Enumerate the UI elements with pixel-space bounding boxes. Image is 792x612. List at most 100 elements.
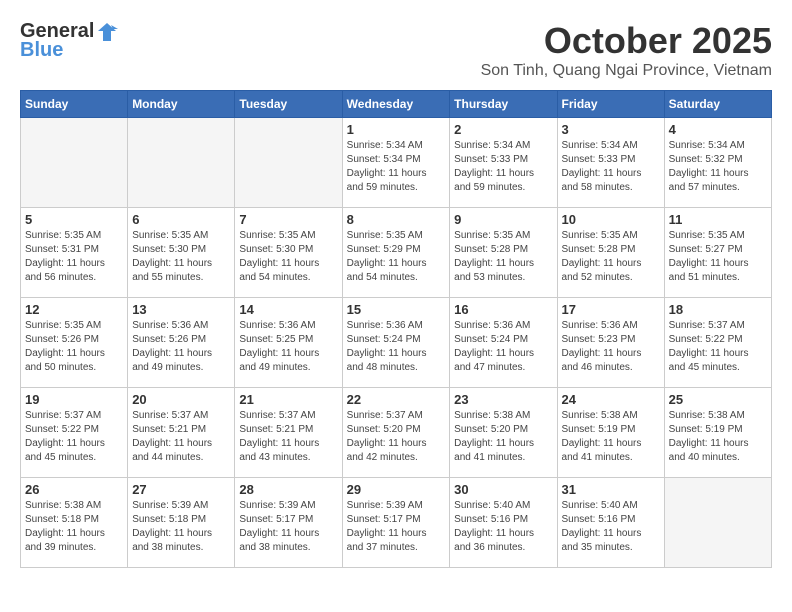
weekday-header-saturday: Saturday — [664, 91, 771, 118]
day-info: Sunrise: 5:38 AM Sunset: 5:19 PM Dayligh… — [669, 409, 767, 465]
day-number: 20 — [132, 392, 230, 407]
calendar-cell: 31Sunrise: 5:40 AM Sunset: 5:16 PM Dayli… — [557, 478, 664, 568]
day-number: 13 — [132, 302, 230, 317]
calendar-cell: 29Sunrise: 5:39 AM Sunset: 5:17 PM Dayli… — [342, 478, 450, 568]
calendar-cell: 27 Sunrise: 5:39 AM Sunset: 5:18 PM Dayli… — [128, 478, 235, 568]
day-info: Sunrise: 5:36 AM Sunset: 5:23 PM Dayligh… — [562, 319, 660, 375]
day-info: Sunrise: 5:36 AM Sunset: 5:26 PM Dayligh… — [132, 319, 230, 375]
day-info: Sunrise: 5:37 AM Sunset: 5:22 PM Dayligh… — [25, 409, 123, 465]
weekday-header-row: SundayMondayTuesdayWednesdayThursdayFrid… — [21, 91, 772, 118]
calendar-cell: 11 Sunrise: 5:35 AM Sunset: 5:27 PM Dayli… — [664, 208, 771, 298]
day-info: Sunrise: 5:38 AM Sunset: 5:19 PM Dayligh… — [562, 409, 660, 465]
weekday-header-wednesday: Wednesday — [342, 91, 450, 118]
day-number: 28 — [239, 482, 337, 497]
calendar-cell: 6Sunrise: 5:35 AM Sunset: 5:30 PM Daylig… — [128, 208, 235, 298]
day-number: 3 — [562, 122, 660, 137]
calendar-week-1: 1 Sunrise: 5:34 AM Sunset: 5:34 PM Daylig… — [21, 118, 772, 208]
day-info: Sunrise: 5:37 AM Sunset: 5:20 PM Dayligh… — [347, 409, 446, 465]
day-number: 15 — [347, 302, 446, 317]
day-info: Sunrise: 5:34 AM Sunset: 5:33 PM Dayligh… — [454, 139, 552, 195]
day-info: Sunrise: 5:36 AM Sunset: 5:24 PM Dayligh… — [347, 319, 446, 375]
calendar-week-2: 5 Sunrise: 5:35 AM Sunset: 5:31 PM Daylig… — [21, 208, 772, 298]
day-number: 25 — [669, 392, 767, 407]
calendar-cell: 22 Sunrise: 5:37 AM Sunset: 5:20 PM Dayli… — [342, 388, 450, 478]
weekday-header-monday: Monday — [128, 91, 235, 118]
day-info: Sunrise: 5:35 AM Sunset: 5:28 PM Dayligh… — [562, 229, 660, 285]
day-number: 2 — [454, 122, 552, 137]
day-number: 9 — [454, 212, 552, 227]
day-number: 6 — [132, 212, 230, 227]
day-number: 14 — [239, 302, 337, 317]
day-info: Sunrise: 5:39 AM Sunset: 5:18 PM Dayligh… — [132, 499, 230, 555]
calendar-cell: 16 Sunrise: 5:36 AM Sunset: 5:24 PM Dayli… — [450, 298, 557, 388]
calendar-cell: 28 Sunrise: 5:39 AM Sunset: 5:17 PM Dayli… — [235, 478, 342, 568]
day-number: 11 — [669, 212, 767, 227]
calendar-cell: 25 Sunrise: 5:38 AM Sunset: 5:19 PM Dayli… — [664, 388, 771, 478]
day-info: Sunrise: 5:34 AM Sunset: 5:34 PM Dayligh… — [347, 139, 446, 195]
calendar-cell: 19 Sunrise: 5:37 AM Sunset: 5:22 PM Dayli… — [21, 388, 128, 478]
page-header: General Blue October 2025 Son Tinh, Quan… — [20, 20, 772, 80]
calendar-cell: 26Sunrise: 5:38 AM Sunset: 5:18 PM Dayli… — [21, 478, 128, 568]
day-number: 30 — [454, 482, 552, 497]
calendar-cell: 12 Sunrise: 5:35 AM Sunset: 5:26 PM Dayli… — [21, 298, 128, 388]
logo: General Blue — [20, 20, 118, 62]
day-number: 22 — [347, 392, 446, 407]
day-info: Sunrise: 5:38 AM Sunset: 5:20 PM Dayligh… — [454, 409, 552, 465]
calendar-cell: 15 Sunrise: 5:36 AM Sunset: 5:24 PM Dayli… — [342, 298, 450, 388]
day-number: 19 — [25, 392, 123, 407]
day-number: 23 — [454, 392, 552, 407]
weekday-header-friday: Friday — [557, 91, 664, 118]
calendar-cell: 7Sunrise: 5:35 AM Sunset: 5:30 PM Daylig… — [235, 208, 342, 298]
calendar-cell: 24 Sunrise: 5:38 AM Sunset: 5:19 PM Dayli… — [557, 388, 664, 478]
day-info: Sunrise: 5:35 AM Sunset: 5:31 PM Dayligh… — [25, 229, 123, 285]
day-info: Sunrise: 5:35 AM Sunset: 5:27 PM Dayligh… — [669, 229, 767, 285]
calendar-cell: 30 Sunrise: 5:40 AM Sunset: 5:16 PM Dayli… — [450, 478, 557, 568]
day-info: Sunrise: 5:40 AM Sunset: 5:16 PM Dayligh… — [454, 499, 552, 555]
calendar-cell: 17 Sunrise: 5:36 AM Sunset: 5:23 PM Dayli… — [557, 298, 664, 388]
day-info: Sunrise: 5:37 AM Sunset: 5:22 PM Dayligh… — [669, 319, 767, 375]
day-info: Sunrise: 5:35 AM Sunset: 5:26 PM Dayligh… — [25, 319, 123, 375]
calendar-cell: 5 Sunrise: 5:35 AM Sunset: 5:31 PM Daylig… — [21, 208, 128, 298]
calendar-week-4: 19 Sunrise: 5:37 AM Sunset: 5:22 PM Dayli… — [21, 388, 772, 478]
calendar-cell: 20 Sunrise: 5:37 AM Sunset: 5:21 PM Dayli… — [128, 388, 235, 478]
calendar-table: SundayMondayTuesdayWednesdayThursdayFrid… — [20, 90, 772, 568]
day-number: 26 — [25, 482, 123, 497]
day-info: Sunrise: 5:35 AM Sunset: 5:30 PM Dayligh… — [239, 229, 337, 285]
day-number: 16 — [454, 302, 552, 317]
day-number: 12 — [25, 302, 123, 317]
calendar-cell: 14 Sunrise: 5:36 AM Sunset: 5:25 PM Dayli… — [235, 298, 342, 388]
day-info: Sunrise: 5:40 AM Sunset: 5:16 PM Dayligh… — [562, 499, 660, 555]
calendar-cell: 1 Sunrise: 5:34 AM Sunset: 5:34 PM Daylig… — [342, 118, 450, 208]
calendar-cell: 23 Sunrise: 5:38 AM Sunset: 5:20 PM Dayli… — [450, 388, 557, 478]
weekday-header-thursday: Thursday — [450, 91, 557, 118]
day-number: 10 — [562, 212, 660, 227]
calendar-cell: 8Sunrise: 5:35 AM Sunset: 5:29 PM Daylig… — [342, 208, 450, 298]
day-number: 21 — [239, 392, 337, 407]
calendar-cell — [21, 118, 128, 208]
logo-bird-icon — [96, 21, 118, 43]
day-number: 27 — [132, 482, 230, 497]
day-info: Sunrise: 5:37 AM Sunset: 5:21 PM Dayligh… — [239, 409, 337, 465]
day-number: 8 — [347, 212, 446, 227]
logo-blue-text: Blue — [20, 39, 63, 62]
day-info: Sunrise: 5:36 AM Sunset: 5:24 PM Dayligh… — [454, 319, 552, 375]
day-number: 4 — [669, 122, 767, 137]
calendar-cell: 9 Sunrise: 5:35 AM Sunset: 5:28 PM Daylig… — [450, 208, 557, 298]
day-info: Sunrise: 5:39 AM Sunset: 5:17 PM Dayligh… — [239, 499, 337, 555]
calendar-cell: 18 Sunrise: 5:37 AM Sunset: 5:22 PM Dayli… — [664, 298, 771, 388]
day-number: 29 — [347, 482, 446, 497]
calendar-cell: 10 Sunrise: 5:35 AM Sunset: 5:28 PM Dayli… — [557, 208, 664, 298]
calendar-cell: 2 Sunrise: 5:34 AM Sunset: 5:33 PM Daylig… — [450, 118, 557, 208]
day-info: Sunrise: 5:34 AM Sunset: 5:33 PM Dayligh… — [562, 139, 660, 195]
day-info: Sunrise: 5:36 AM Sunset: 5:25 PM Dayligh… — [239, 319, 337, 375]
day-number: 1 — [347, 122, 446, 137]
month-title: October 2025 — [481, 20, 772, 62]
day-number: 5 — [25, 212, 123, 227]
day-info: Sunrise: 5:35 AM Sunset: 5:28 PM Dayligh… — [454, 229, 552, 285]
day-number: 17 — [562, 302, 660, 317]
calendar-cell: 4Sunrise: 5:34 AM Sunset: 5:32 PM Daylig… — [664, 118, 771, 208]
day-info: Sunrise: 5:37 AM Sunset: 5:21 PM Dayligh… — [132, 409, 230, 465]
day-number: 24 — [562, 392, 660, 407]
day-number: 18 — [669, 302, 767, 317]
location-title: Son Tinh, Quang Ngai Province, Vietnam — [481, 62, 772, 80]
